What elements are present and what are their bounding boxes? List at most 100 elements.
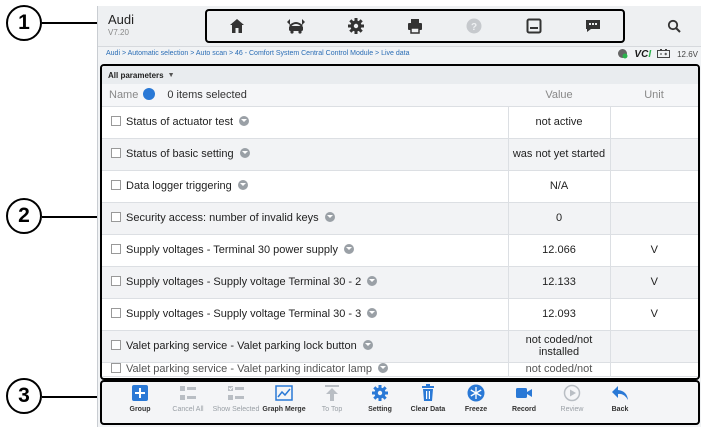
back-button[interactable]: Back [596,383,644,422]
table-row-partial[interactable]: Valet parking service - Valet parking in… [102,362,698,377]
battery-icon [657,49,671,60]
row-checkbox[interactable] [111,244,121,254]
version: V7.20 [108,28,129,37]
function-label: Freeze [464,406,488,413]
row-checkbox[interactable] [111,212,121,222]
parameter-name-cell: Supply voltages - Supply voltage Termina… [102,266,508,299]
parameter-filter[interactable]: All parameters ▼ [102,66,698,84]
row-checkbox[interactable] [111,276,121,286]
parameter-unit: V [609,234,698,267]
parameter-name-cell: Data logger triggering [102,170,508,203]
group-button[interactable]: Group [116,383,164,422]
filter-label: All parameters [108,70,164,80]
parameter-value: not coded/not [507,362,610,377]
row-checkbox[interactable] [111,148,121,158]
expand-chevron-icon[interactable] [237,180,248,190]
parameter-name: Supply voltages - Terminal 30 power supp… [126,244,338,256]
record-button[interactable]: Record [500,383,548,422]
row-checkbox[interactable] [111,180,121,190]
callout-1: 1 [6,5,42,41]
expand-chevron-icon[interactable] [362,340,373,350]
expand-chevron-icon[interactable] [239,116,250,126]
cancel-all-button[interactable]: Cancel All [164,383,212,422]
callout-3-leader [42,396,99,398]
expand-chevron-icon[interactable] [367,276,378,286]
function-label: To Top [321,406,343,413]
table-row[interactable]: Security access: number of invalid keys 0 [102,202,698,235]
info-icon[interactable] [143,88,156,101]
vehicle-swap-icon[interactable] [285,15,307,37]
gear-icon[interactable] [345,15,367,37]
parameter-name-cell: Security access: number of invalid keys [102,202,508,235]
expand-chevron-icon[interactable] [343,244,354,254]
function-label: Cancel All [172,406,204,413]
filter-caret-icon: ▼ [167,71,175,79]
table-row[interactable]: Valet parking service - Valet parking lo… [102,330,698,363]
parameter-table: Name 0 items selected Value Unit Status o… [102,84,698,377]
graph-merge-button[interactable]: Graph Merge [260,383,308,422]
function-bar: Group Cancel All Show Selected Graph Merge T… [100,380,700,425]
row-checkbox[interactable] [111,116,121,126]
table-row[interactable]: Supply voltages - Supply voltage Termina… [102,298,698,331]
function-label: Graph Merge [262,406,306,413]
table-row[interactable]: Supply voltages - Terminal 30 power supp… [102,234,698,267]
expand-chevron-icon[interactable] [324,212,335,222]
tablet-screen: Audi V7.20 ? Audi > Automatic selection … [97,6,701,427]
row-checkbox[interactable] [111,340,121,350]
function-label: Clear Data [410,406,446,413]
table-row[interactable]: Data logger triggering N/A [102,170,698,203]
to-top-button[interactable]: To Top [308,383,356,422]
parameter-value: 12.133 [507,266,610,299]
freeze-button[interactable]: Freeze [452,383,500,422]
brand: Audi V7.20 [108,12,134,37]
table-header-row: Name 0 items selected Value Unit [102,84,698,107]
printer-icon[interactable] [404,15,426,37]
top-bar: Audi V7.20 ? [98,6,701,47]
parameter-name: Status of basic setting [126,148,234,160]
parameter-name-cell: Supply voltages - Supply voltage Termina… [102,298,508,331]
parameter-unit [609,202,698,235]
parameter-name-cell: Status of actuator test [102,106,508,139]
breadcrumb-bar: Audi > Automatic selection > Auto scan >… [98,47,701,63]
parameter-list-panel: All parameters ▼ Name 0 items selected Va… [100,64,700,380]
cancel-all-icon [178,383,198,403]
group-icon [130,383,150,403]
message-icon[interactable] [582,15,604,37]
parameter-name: Valet parking service - Valet parking lo… [126,340,357,352]
function-label: Show Selected [212,406,260,413]
parameter-name-cell: Valet parking service - Valet parking lo… [102,330,508,363]
expand-chevron-icon[interactable] [378,362,388,373]
show-selected-button[interactable]: Show Selected [212,383,260,422]
row-checkbox[interactable] [111,308,121,318]
home-icon[interactable] [226,15,248,37]
review-icon [562,383,582,403]
search-icon[interactable] [664,16,684,36]
unit-column-header: Unit [610,84,698,107]
function-label: Record [511,406,537,413]
parameter-value: N/A [507,170,610,203]
review-button[interactable]: Review [548,383,596,422]
table-row[interactable]: Supply voltages - Supply voltage Termina… [102,266,698,299]
back-icon [610,383,630,403]
status-area: VCI 12.6V [617,48,698,61]
save-icon[interactable] [523,15,545,37]
function-label: Review [560,406,584,413]
table-row[interactable]: Status of basic setting was not yet start… [102,138,698,171]
parameter-name: Supply voltages - Supply voltage Termina… [126,276,362,288]
clear-data-button[interactable]: Clear Data [404,383,452,422]
graph-merge-icon [274,383,294,403]
parameter-unit: V [609,266,698,299]
parameter-name-cell: Supply voltages - Terminal 30 power supp… [102,234,508,267]
setting-button[interactable]: Setting [356,383,404,422]
function-label: Setting [368,406,392,413]
expand-chevron-icon[interactable] [239,148,250,158]
vci-status: VCI [634,49,652,60]
voltage-readout: 12.6V [677,50,698,59]
selected-count: 0 items selected [167,89,247,102]
table-row[interactable]: Status of actuator test not active [102,106,698,139]
svg-text:?: ? [471,22,477,33]
network-icon [617,48,628,61]
breadcrumb[interactable]: Audi > Automatic selection > Auto scan >… [106,50,410,57]
row-checkbox[interactable] [111,362,121,373]
expand-chevron-icon[interactable] [367,308,378,318]
